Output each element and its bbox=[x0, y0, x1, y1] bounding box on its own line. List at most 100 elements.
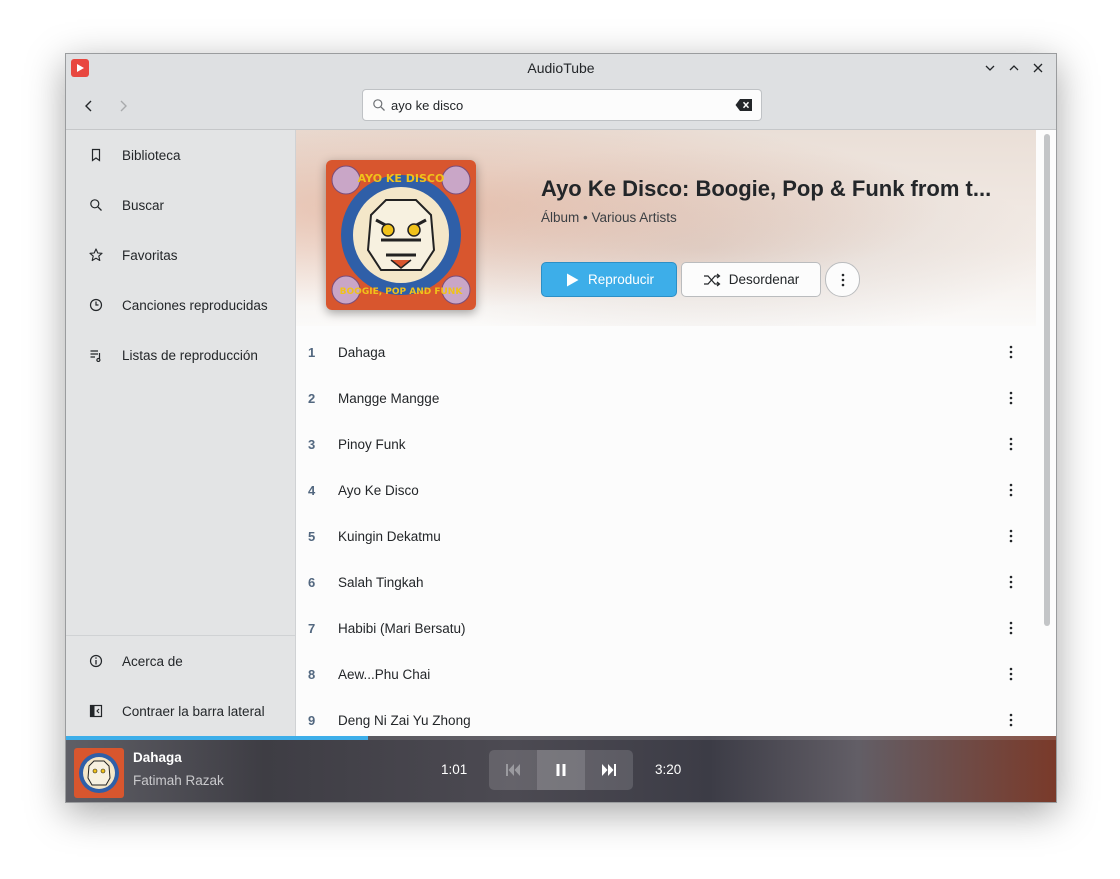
search-input[interactable] bbox=[391, 97, 735, 113]
sidebar-item-buscar[interactable]: Buscar bbox=[66, 183, 295, 227]
chevron-right-icon bbox=[120, 100, 127, 112]
search-icon bbox=[372, 98, 386, 112]
album-page: AYO KE DISCO BOOGIE, POP AND FUNK Ayo Ke… bbox=[296, 130, 1056, 736]
album-more-button[interactable] bbox=[825, 262, 860, 297]
more-vertical-icon[interactable] bbox=[1001, 342, 1021, 362]
more-vertical-icon[interactable] bbox=[1001, 480, 1021, 500]
back-button[interactable] bbox=[77, 94, 101, 118]
track-number: 6 bbox=[308, 574, 316, 590]
track-number: 1 bbox=[308, 344, 316, 360]
scrollbar[interactable] bbox=[1038, 130, 1056, 736]
player-bar: Dahaga Fatimah Razak 1:01 3:20 bbox=[66, 736, 1056, 802]
track-row[interactable]: 9 Deng Ni Zai Yu Zhong bbox=[296, 697, 1036, 736]
star-icon bbox=[88, 247, 104, 263]
track-number: 4 bbox=[308, 482, 316, 498]
now-playing-artist: Fatimah Razak bbox=[133, 773, 224, 788]
track-row[interactable]: 4 Ayo Ke Disco bbox=[296, 467, 1036, 513]
album-title: Ayo Ke Disco: Boogie, Pop & Funk from t.… bbox=[541, 176, 992, 201]
header-toolbar bbox=[66, 82, 1056, 130]
cover-subtitle-text: BOOGIE, POP AND FUNK bbox=[340, 287, 464, 297]
track-title: Salah Tingkah bbox=[338, 574, 424, 590]
more-vertical-icon[interactable] bbox=[1001, 434, 1021, 454]
track-row[interactable]: 2 Mangge Mangge bbox=[296, 375, 1036, 421]
pause-button[interactable] bbox=[537, 750, 585, 790]
track-number: 8 bbox=[308, 666, 316, 682]
scrollbar-thumb[interactable] bbox=[1044, 134, 1050, 626]
sidebar-item-biblioteca[interactable]: Biblioteca bbox=[66, 133, 295, 177]
next-button[interactable] bbox=[585, 750, 633, 790]
maximize-button[interactable] bbox=[1004, 58, 1024, 78]
window-title: AudioTube bbox=[527, 60, 595, 76]
now-playing-cover[interactable] bbox=[74, 748, 124, 798]
close-window-button[interactable] bbox=[1028, 58, 1048, 78]
playback-controls bbox=[489, 750, 633, 790]
album-subtitle: Álbum • Various Artists bbox=[541, 210, 677, 225]
track-number: 9 bbox=[308, 712, 316, 728]
sidebar-item-acerca-de[interactable]: Acerca de bbox=[66, 639, 295, 683]
more-vertical-icon[interactable] bbox=[1001, 664, 1021, 684]
chevron-left-icon bbox=[85, 100, 92, 112]
more-vertical-icon[interactable] bbox=[1001, 572, 1021, 592]
sidebar-item-listas-de-reproduccion[interactable]: Listas de reproducción bbox=[66, 333, 295, 377]
more-vertical-icon[interactable] bbox=[1001, 710, 1021, 730]
sidebar-collapse-icon bbox=[88, 703, 104, 719]
track-number: 3 bbox=[308, 436, 316, 452]
more-vertical-icon[interactable] bbox=[1001, 388, 1021, 408]
album-header: AYO KE DISCO BOOGIE, POP AND FUNK Ayo Ke… bbox=[296, 130, 1036, 326]
track-title: Kuingin Dekatmu bbox=[338, 528, 441, 544]
sidebar-item-label: Buscar bbox=[122, 197, 165, 213]
search-icon bbox=[88, 197, 104, 213]
title-bar: AudioTube bbox=[66, 54, 1056, 82]
track-title: Ayo Ke Disco bbox=[338, 482, 419, 498]
elapsed-time: 1:01 bbox=[441, 762, 468, 777]
sidebar-item-favoritas[interactable]: Favoritas bbox=[66, 233, 295, 277]
track-row[interactable]: 1 Dahaga bbox=[296, 329, 1036, 375]
play-album-button[interactable]: Reproducir bbox=[541, 262, 677, 297]
play-label: Reproducir bbox=[587, 272, 655, 287]
progress-fill bbox=[66, 736, 368, 740]
track-title: Mangge Mangge bbox=[338, 390, 440, 406]
duration-time: 3:20 bbox=[655, 762, 682, 777]
clear-search-icon[interactable] bbox=[735, 98, 753, 112]
sidebar: Biblioteca Buscar Favoritas Canciones re… bbox=[66, 130, 296, 736]
more-vertical-icon[interactable] bbox=[1001, 618, 1021, 638]
more-vertical-icon[interactable] bbox=[1001, 526, 1021, 546]
bookmark-icon bbox=[88, 147, 104, 163]
progress-bar[interactable] bbox=[66, 736, 1056, 740]
track-title: Habibi (Mari Bersatu) bbox=[338, 620, 466, 636]
track-row[interactable]: 7 Habibi (Mari Bersatu) bbox=[296, 605, 1036, 651]
album-cover: AYO KE DISCO BOOGIE, POP AND FUNK bbox=[326, 160, 476, 310]
sidebar-item-label: Listas de reproducción bbox=[122, 347, 258, 363]
playlist-icon bbox=[88, 347, 104, 363]
skip-back-icon bbox=[506, 764, 520, 776]
track-row[interactable]: 6 Salah Tingkah bbox=[296, 559, 1036, 605]
shuffle-button[interactable]: Desordenar bbox=[681, 262, 821, 297]
shuffle-label: Desordenar bbox=[728, 272, 800, 287]
sidebar-item-label: Contraer la barra lateral bbox=[122, 703, 265, 719]
sidebar-item-canciones-reproducidas[interactable]: Canciones reproducidas bbox=[66, 283, 295, 327]
track-row[interactable]: 8 Aew...Phu Chai bbox=[296, 651, 1036, 697]
forward-button[interactable] bbox=[111, 94, 135, 118]
history-icon bbox=[88, 297, 104, 313]
info-icon bbox=[88, 653, 104, 669]
track-title: Aew...Phu Chai bbox=[338, 666, 431, 682]
pause-icon bbox=[556, 764, 566, 776]
track-title: Pinoy Funk bbox=[338, 436, 406, 452]
previous-button[interactable] bbox=[489, 750, 537, 790]
track-number: 2 bbox=[308, 390, 316, 406]
window-controls bbox=[980, 58, 1048, 78]
shuffle-icon bbox=[703, 273, 721, 286]
sidebar-item-label: Acerca de bbox=[122, 653, 183, 669]
search-field[interactable] bbox=[362, 89, 762, 121]
track-row[interactable]: 3 Pinoy Funk bbox=[296, 421, 1036, 467]
sidebar-item-label: Canciones reproducidas bbox=[122, 297, 268, 313]
track-number: 5 bbox=[308, 528, 316, 544]
sidebar-item-contraer[interactable]: Contraer la barra lateral bbox=[66, 689, 295, 733]
track-number: 7 bbox=[308, 620, 316, 636]
track-row[interactable]: 5 Kuingin Dekatmu bbox=[296, 513, 1036, 559]
close-icon bbox=[1033, 63, 1043, 73]
chevron-down-icon bbox=[985, 65, 995, 71]
minimize-button[interactable] bbox=[980, 58, 1000, 78]
cover-title-text: AYO KE DISCO bbox=[358, 172, 445, 185]
chevron-up-icon bbox=[1009, 65, 1019, 71]
